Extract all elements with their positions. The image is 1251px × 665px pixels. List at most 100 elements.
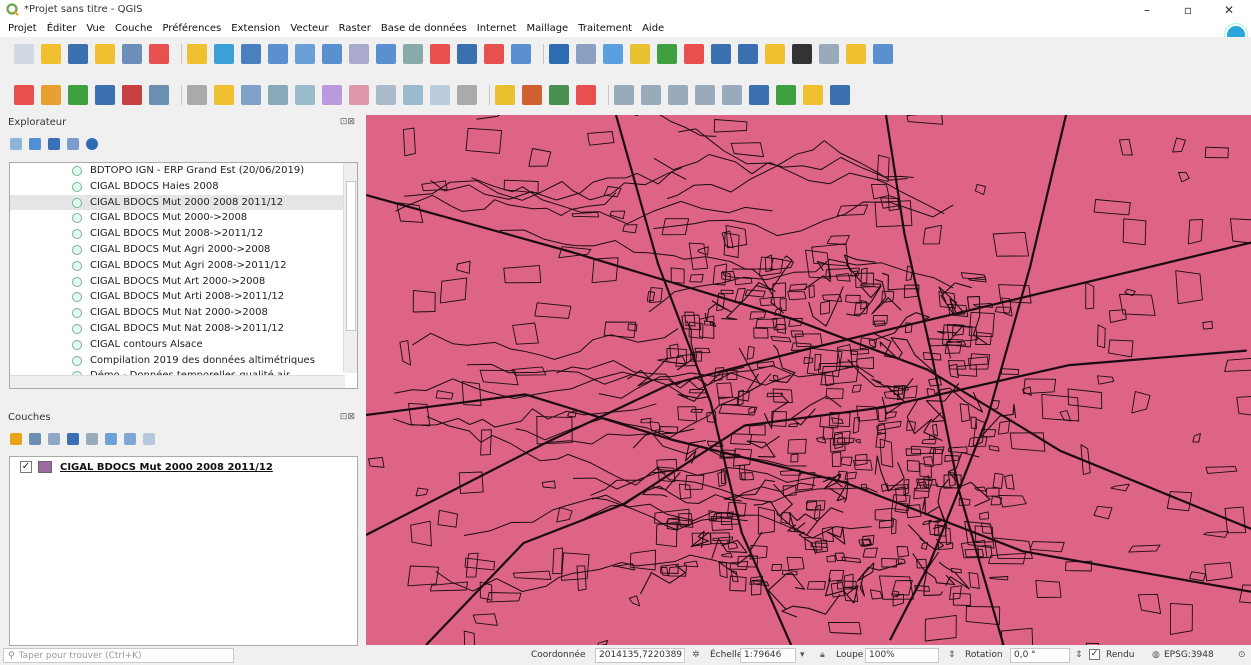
menu-item[interactable]: Base de données <box>376 20 472 37</box>
filter-icon[interactable] <box>48 138 60 150</box>
maximize-button[interactable]: ▫ <box>1170 0 1206 20</box>
toolbar-tool-icon[interactable] <box>576 85 596 105</box>
explorer-item[interactable]: Compilation 2019 des données altimétriqu… <box>10 353 357 369</box>
toolbar-tool-icon[interactable] <box>68 85 88 105</box>
explorer-item[interactable]: CIGAL BDOCS Mut 2000 2008 2011/12 <box>10 194 357 211</box>
toolbar-tool-icon[interactable] <box>430 85 450 105</box>
toolbar-tool-icon[interactable] <box>268 44 288 64</box>
render-checkbox[interactable]: ✓ <box>1089 649 1100 660</box>
toolbar-tool-icon[interactable] <box>295 85 315 105</box>
menu-item[interactable]: Internet <box>472 20 522 37</box>
properties-icon[interactable] <box>86 138 98 150</box>
toolbar-tool-icon[interactable] <box>603 44 623 64</box>
menu-item[interactable]: Maillage <box>521 20 573 37</box>
toolbar-tool-icon[interactable] <box>268 85 288 105</box>
layer-style-icon[interactable] <box>10 433 22 445</box>
toolbar-tool-icon[interactable] <box>711 44 731 64</box>
toolbar-tool-icon[interactable] <box>187 85 207 105</box>
menu-item[interactable]: Extension <box>226 20 285 37</box>
explorer-item[interactable]: CIGAL BDOCS Mut 2008->2011/12 <box>10 226 357 242</box>
toolbar-tool-icon[interactable] <box>322 85 342 105</box>
toolbar-tool-icon[interactable] <box>576 44 596 64</box>
toolbar-tool-icon[interactable] <box>41 44 61 64</box>
scale-dropdown-icon[interactable]: ▾ <box>800 650 805 660</box>
collapse-all-layers-icon[interactable] <box>124 433 136 445</box>
toolbar-tool-icon[interactable] <box>846 44 866 64</box>
menu-item[interactable]: Traitement <box>573 20 637 37</box>
menu-item[interactable]: Couche <box>110 20 157 37</box>
toolbar-tool-icon[interactable] <box>322 44 342 64</box>
toolbar-tool-icon[interactable] <box>457 44 477 64</box>
menu-item[interactable]: Aide <box>637 20 669 37</box>
explorer-item[interactable]: CIGAL BDOCS Mut Arti 2008->2011/12 <box>10 289 357 305</box>
explorer-item[interactable]: CIGAL BDOCS Mut Art 2000->2008 <box>10 274 357 290</box>
menu-item[interactable]: Vecteur <box>285 20 333 37</box>
locator-search[interactable]: ⚲ Taper pour trouver (Ctrl+K) <box>3 648 234 663</box>
coord-field[interactable]: 2014135,7220389 <box>595 648 685 663</box>
toolbar-tool-icon[interactable] <box>430 44 450 64</box>
toolbar-tool-icon[interactable] <box>873 44 893 64</box>
explorer-item[interactable]: CIGAL BDOCS Mut Agri 2000->2008 <box>10 242 357 258</box>
explorer-vertical-scrollbar[interactable] <box>343 163 357 373</box>
toolbar-tool-icon[interactable] <box>684 44 704 64</box>
explorer-item[interactable]: CIGAL BDOCS Haies 2008 <box>10 179 357 195</box>
menu-item[interactable]: Projet <box>0 20 42 37</box>
toolbar-tool-icon[interactable] <box>187 44 207 64</box>
menu-item[interactable]: Raster <box>334 20 376 37</box>
toolbar-tool-icon[interactable] <box>241 44 261 64</box>
menu-item[interactable]: Éditer <box>42 20 82 37</box>
rotation-spin-icon[interactable]: ⇕ <box>1075 650 1083 660</box>
toolbar-tool-icon[interactable] <box>776 85 796 105</box>
toolbar-tool-icon[interactable] <box>630 44 650 64</box>
toolbar-tool-icon[interactable] <box>749 85 769 105</box>
explorer-item[interactable]: BDTOPO IGN - ERP Grand Est (20/06/2019) <box>10 163 357 179</box>
close-button[interactable]: ✕ <box>1211 0 1247 20</box>
layer-visibility-checkbox[interactable]: ✓ <box>20 461 32 473</box>
toolbar-tool-icon[interactable] <box>149 44 169 64</box>
toolbar-tool-icon[interactable] <box>614 85 634 105</box>
toolbar-tool-icon[interactable] <box>349 44 369 64</box>
toolbar-tool-icon[interactable] <box>803 85 823 105</box>
toolbar-tool-icon[interactable] <box>403 44 423 64</box>
lock-icon[interactable]: 🔒︎ <box>820 650 825 660</box>
refresh-icon[interactable] <box>29 138 41 150</box>
add-selected-icon[interactable] <box>10 138 22 150</box>
explorer-item[interactable]: CIGAL BDOCS Mut 2000->2008 <box>10 210 357 226</box>
filter-legend-icon[interactable] <box>67 433 79 445</box>
toolbar-tool-icon[interactable] <box>495 85 515 105</box>
toolbar-tool-icon[interactable] <box>722 85 742 105</box>
magnifier-field[interactable]: 100% <box>865 648 939 663</box>
minimize-button[interactable]: – <box>1129 0 1165 20</box>
toolbar-tool-icon[interactable] <box>511 44 531 64</box>
layer-row[interactable]: ✓ CIGAL BDOCS Mut 2000 2008 2011/12 <box>20 459 273 475</box>
toolbar-tool-icon[interactable] <box>122 85 142 105</box>
scale-field[interactable]: 1:79646 <box>740 648 796 663</box>
toolbar-tool-icon[interactable] <box>14 85 34 105</box>
toolbar-tool-icon[interactable] <box>641 85 661 105</box>
add-group-icon[interactable] <box>29 433 41 445</box>
toolbar-tool-icon[interactable] <box>765 44 785 64</box>
toolbar-tool-icon[interactable] <box>95 44 115 64</box>
toolbar-tool-icon[interactable] <box>657 44 677 64</box>
expand-all-icon[interactable] <box>105 433 117 445</box>
crs-label[interactable]: EPSG:3948 <box>1164 650 1214 660</box>
toolbar-tool-icon[interactable] <box>484 44 504 64</box>
toolbar-tool-icon[interactable] <box>376 44 396 64</box>
toolbar-tool-icon[interactable] <box>349 85 369 105</box>
explorer-panel-controls[interactable]: ⊡⊠ <box>340 117 355 127</box>
toolbar-tool-icon[interactable] <box>792 44 812 64</box>
layer-symbol-swatch[interactable] <box>38 461 52 473</box>
explorer-horizontal-scrollbar[interactable] <box>10 375 345 388</box>
menu-item[interactable]: Vue <box>81 20 110 37</box>
manage-theme-icon[interactable] <box>48 433 60 445</box>
toolbar-tool-icon[interactable] <box>214 44 234 64</box>
toolbar-tool-icon[interactable] <box>149 85 169 105</box>
crs-globe-icon[interactable]: ◍ <box>1152 650 1160 660</box>
toolbar-tool-icon[interactable] <box>819 44 839 64</box>
remove-layer-icon[interactable] <box>143 433 155 445</box>
toolbar-tool-icon[interactable] <box>95 85 115 105</box>
explorer-item[interactable]: CIGAL BDOCS Mut Nat 2008->2011/12 <box>10 321 357 337</box>
toolbar-tool-icon[interactable] <box>376 85 396 105</box>
toolbar-tool-icon[interactable] <box>668 85 688 105</box>
messages-icon[interactable]: ⊙ <box>1238 650 1246 660</box>
